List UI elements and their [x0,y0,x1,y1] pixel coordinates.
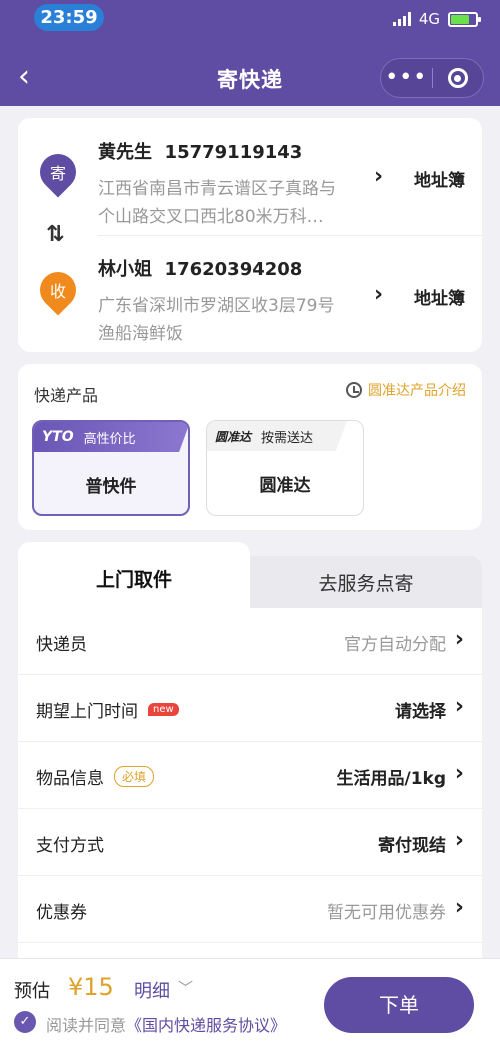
sender-address-line1[interactable]: 江西省南昌市青云谱区子真路与 [98,174,336,199]
sender-name-phone[interactable]: 黄先生 15779119143 [98,138,302,164]
tab-home-pickup[interactable]: 上门取件 [18,542,250,614]
status-time: 23:59 [34,4,104,31]
product-tag: 按需送达 [261,430,314,446]
estimate-price: ¥15 [68,973,114,1001]
product-intro-link[interactable]: 圆准达产品介绍 [346,380,466,400]
network-label: 4G [418,10,440,28]
product-option-standard[interactable]: YTO 高性价比 普快件 [32,420,190,516]
swap-icon[interactable]: ⇅ [46,222,64,247]
required-badge: 必填 [114,766,155,787]
agreement-text: 阅读并同意《国内快递服务协议》 [46,1016,287,1035]
yto-logo-icon: YTO [42,429,74,445]
tab-service-point[interactable]: 去服务点寄 [250,556,482,608]
chevron-right-icon: › [454,895,464,920]
chevron-right-icon: › [454,694,464,719]
product-tag: 高性价比 [83,431,136,447]
sender-pin-icon: 寄 [32,146,84,198]
target-circle-icon[interactable] [432,68,483,88]
yuanzhunda-logo-icon: 圆准达 [215,429,252,444]
row-payment[interactable]: 支付方式 寄付现结 › [18,809,482,876]
chevron-right-icon: › [454,627,464,652]
chevron-down-icon[interactable]: ﹀ [178,977,193,998]
battery-icon [448,11,481,27]
product-name: 普快件 [85,477,137,497]
receiver-pin-icon: 收 [32,264,84,316]
app-header: 23:59 4G ‹ 寄快递 ••• [0,0,500,106]
new-badge: new [148,703,179,716]
sender-address-book-button[interactable]: 地址簿 [414,166,465,191]
row-item-info[interactable]: 物品信息 必填 生活用品/1kg › [18,742,482,809]
sender-address-line2[interactable]: 个山路交叉口西北80米万科… [98,202,324,227]
product-label: 快递产品 [34,386,99,405]
submit-order-button[interactable]: 下单 [324,977,474,1033]
row-coupon[interactable]: 优惠券 暂无可用优惠券 › [18,876,482,943]
receiver-name-phone[interactable]: 林小姐 17620394208 [98,255,302,281]
more-dots-icon[interactable]: ••• [381,67,432,89]
mini-program-capsule: ••• [380,58,484,98]
product-name: 圆准达 [259,476,311,496]
receiver-chevron-right-icon[interactable]: › [374,282,383,307]
signal-icon [392,12,411,26]
agree-checkbox[interactable]: ✓ [14,1011,36,1033]
row-courier[interactable]: 快递员 官方自动分配 › [18,608,482,675]
agreement-link[interactable]: 《国内快递服务协议》 [126,1016,286,1035]
status-icons: 4G [392,10,481,28]
receiver-address-book-button[interactable]: 地址簿 [414,284,465,309]
receiver-address-line2[interactable]: 渔船海鲜饭 [98,319,183,344]
row-pickup-time[interactable]: 期望上门时间 new 请选择 › [18,675,482,742]
sender-chevron-right-icon[interactable]: › [374,164,383,189]
divider [98,235,482,236]
bottom-bar: 预估 ¥15 明细 ﹀ ✓ 阅读并同意《国内快递服务协议》 下单 [0,958,500,1047]
pickup-tabs: 去服务点寄 上门取件 [18,542,482,614]
chevron-right-icon: › [454,761,464,786]
product-option-yuanzhunda[interactable]: 圆准达 按需送达 圆准达 [206,420,364,516]
estimate-label: 预估 [14,981,50,1002]
address-card: 寄 黄先生 15779119143 江西省南昌市青云谱区子真路与 个山路交叉口西… [18,118,482,352]
chevron-right-icon: › [454,828,464,853]
clock-icon [346,382,362,398]
product-card: 快递产品 圆准达产品介绍 YTO 高性价比 普快件 圆准达 按需送达 圆准达 [18,364,482,530]
detail-button[interactable]: 明细 [134,977,170,1003]
receiver-address-line1[interactable]: 广东省深圳市罗湖区收3层79号 [98,291,334,316]
